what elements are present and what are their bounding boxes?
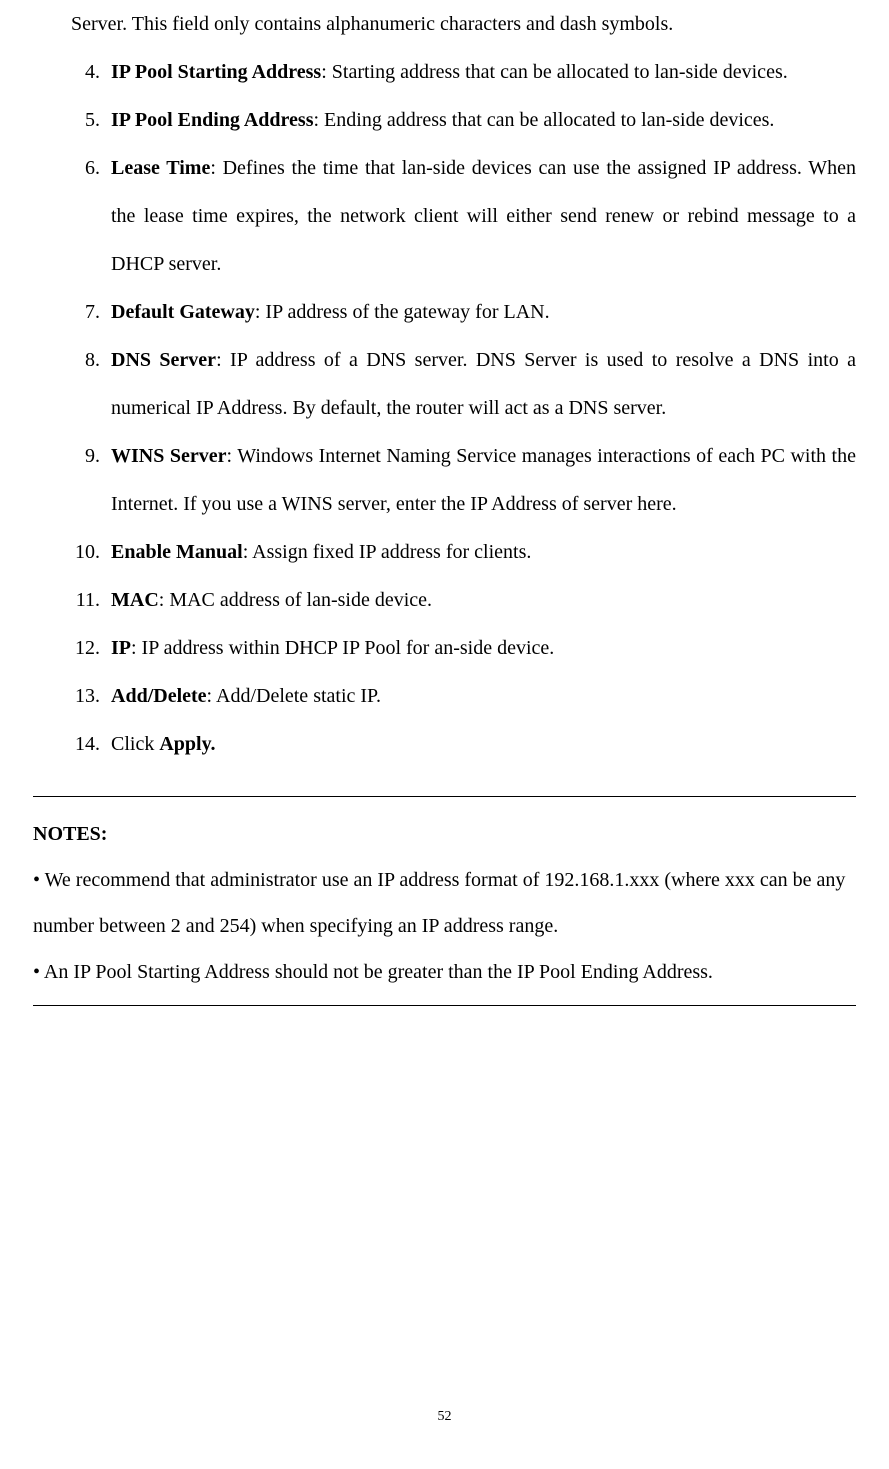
notes-block: NOTES: • We recommend that administrator…	[33, 796, 856, 1006]
list-item: Default Gateway: IP address of the gatew…	[105, 288, 856, 336]
list-item-term: IP Pool Starting Address	[111, 61, 321, 83]
notes-heading: NOTES:	[33, 811, 856, 857]
list-item-term: MAC	[111, 589, 159, 611]
list-item-term: IP Pool Ending Address	[111, 109, 313, 131]
list-item-term: DNS Server	[111, 349, 216, 371]
list-item: Lease Time: Defines the time that lan-si…	[105, 144, 856, 288]
list-item-desc: : IP address of a DNS server. DNS Server…	[111, 349, 856, 419]
list-item-desc: : Add/Delete static IP.	[207, 685, 381, 707]
list-item-prefix: Click	[111, 733, 159, 755]
list-item-term: Default Gateway	[111, 301, 255, 323]
list-item: IP Pool Starting Address: Starting addre…	[105, 48, 856, 96]
list-item: Enable Manual: Assign fixed IP address f…	[105, 528, 856, 576]
list-item-desc: : MAC address of lan-side device.	[159, 589, 432, 611]
list-item-desc: : Assign fixed IP address for clients.	[243, 541, 532, 563]
list-item-term: IP	[111, 637, 131, 659]
list-item: MAC: MAC address of lan-side device.	[105, 576, 856, 624]
page-number: 52	[0, 1409, 889, 1425]
continuation-line: Server. This field only contains alphanu…	[71, 0, 856, 48]
list-item-desc: : Defines the time that lan-side devices…	[111, 157, 856, 275]
list-item: Click Apply.	[105, 720, 856, 768]
list-item-desc: : IP address within DHCP IP Pool for an-…	[131, 637, 554, 659]
notes-bullet: • We recommend that administrator use an…	[33, 857, 856, 949]
list-item: DNS Server: IP address of a DNS server. …	[105, 336, 856, 432]
list-item-desc: : IP address of the gateway for LAN.	[255, 301, 550, 323]
list-item: Add/Delete: Add/Delete static IP.	[105, 672, 856, 720]
list-item-term: Add/Delete	[111, 685, 207, 707]
list-item: IP Pool Ending Address: Ending address t…	[105, 96, 856, 144]
list-item-term: Lease Time	[111, 157, 210, 179]
notes-bullet: • An IP Pool Starting Address should not…	[33, 949, 856, 995]
list-item-desc: : Starting address that can be allocated…	[321, 61, 788, 83]
list-item-term: Enable Manual	[111, 541, 243, 563]
document-page: Server. This field only contains alphanu…	[0, 0, 889, 1469]
list-item-term: Apply.	[159, 733, 215, 755]
list-item: IP: IP address within DHCP IP Pool for a…	[105, 624, 856, 672]
list-item-term: WINS Server	[111, 445, 227, 467]
list-item-desc: : Ending address that can be allocated t…	[313, 109, 774, 131]
list-item: WINS Server: Windows Internet Naming Ser…	[105, 432, 856, 528]
numbered-list: IP Pool Starting Address: Starting addre…	[33, 48, 856, 768]
